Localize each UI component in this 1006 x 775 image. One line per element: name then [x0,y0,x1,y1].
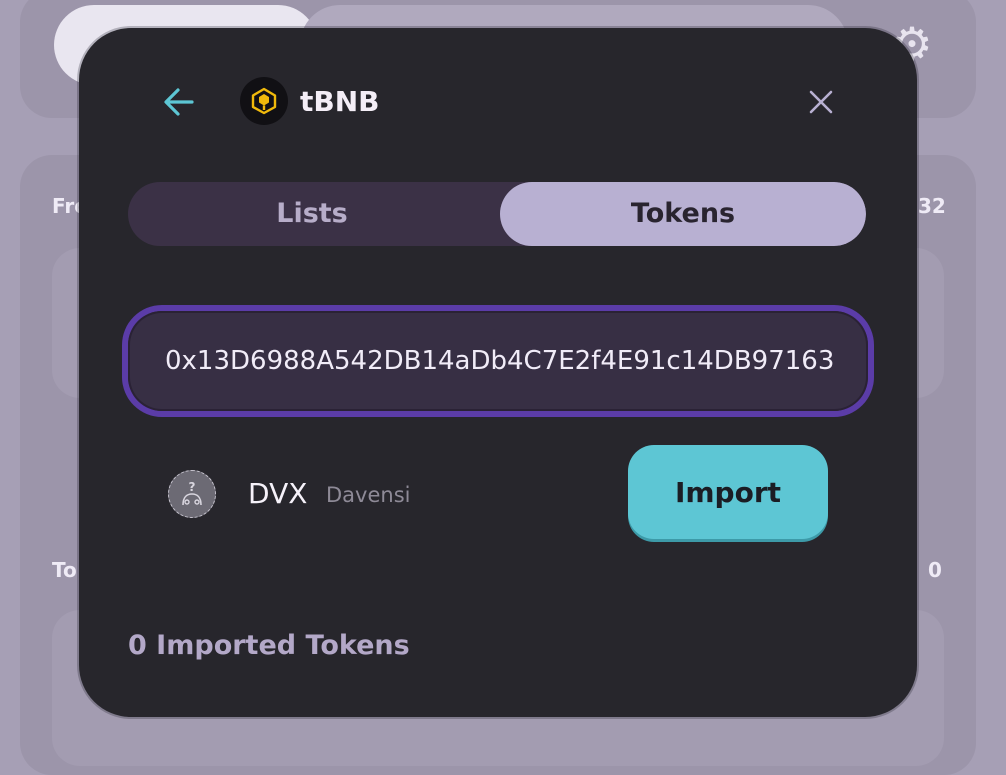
back-button[interactable] [159,82,199,122]
token-name: Davensi [326,483,411,507]
close-button[interactable] [801,82,841,122]
imported-tokens-count[interactable]: 0 Imported Tokens [128,626,410,666]
arrow-left-icon [164,88,194,116]
bnb-logo-icon [240,77,288,125]
bg-from-balance: 32 [918,194,946,218]
svg-text:?: ? [189,480,196,494]
search-field-wrapper [122,305,874,417]
import-button[interactable]: Import [628,445,828,539]
import-token-modal: tBNB Lists Tokens ? DVX Davensi Import 0… [79,28,917,717]
close-icon [809,90,833,114]
token-symbol: DVX [248,477,308,510]
token-result-row: ? DVX Davensi Import [168,445,828,568]
unknown-token-icon: ? [168,470,216,518]
list-token-toggle: Lists Tokens [128,182,866,246]
bg-to-balance: 0 [928,558,942,582]
tab-tokens[interactable]: Tokens [500,182,866,246]
bg-to-label: To [52,558,77,582]
token-address-input[interactable] [128,311,868,411]
tab-lists[interactable]: Lists [128,182,496,246]
chain-name: tBNB [300,85,380,118]
